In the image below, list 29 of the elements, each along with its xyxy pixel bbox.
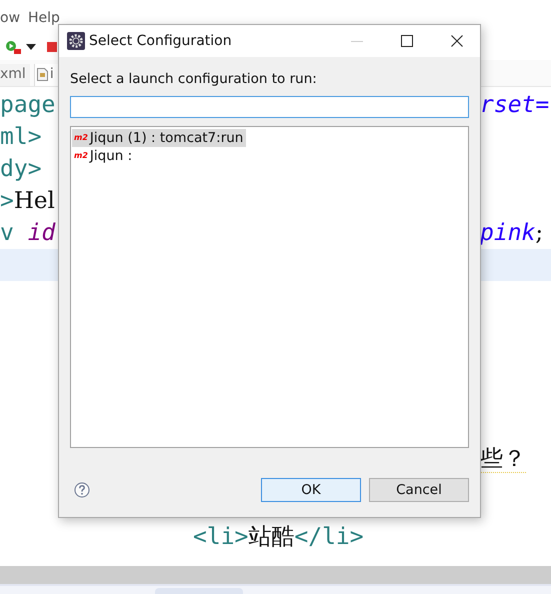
- file-icon: [36, 68, 48, 80]
- stop-icon[interactable]: [46, 41, 58, 53]
- editor-tab[interactable]: i: [34, 64, 58, 86]
- code-text: v id: [0, 219, 56, 248]
- editor-tab[interactable]: xml: [0, 64, 30, 86]
- gear-icon: [67, 32, 85, 50]
- code-text: pink;: [480, 219, 544, 248]
- menu-item[interactable]: ow: [0, 10, 20, 26]
- type-label: m2: [74, 134, 88, 142]
- prompt-label: Select a launch configuration to run:: [70, 71, 318, 87]
- filter-field[interactable]: [70, 96, 469, 118]
- code-text: <li>站酷</li>: [193, 523, 364, 552]
- code-text: >Hel: [0, 187, 55, 216]
- dialog-button[interactable]: Cancel: [369, 478, 469, 502]
- type-label: m2: [74, 152, 88, 160]
- dropdown-caret-icon[interactable]: [26, 44, 36, 50]
- code-text: page: [0, 91, 56, 120]
- minimize-icon: [351, 40, 363, 42]
- menu-item[interactable]: Help: [28, 10, 60, 26]
- run-icon[interactable]: [4, 39, 22, 55]
- help-icon[interactable]: [74, 482, 90, 498]
- close-icon: [451, 35, 463, 47]
- code-text: ml>: [0, 123, 42, 152]
- horizontal-scrollbar[interactable]: [0, 566, 551, 584]
- maximize-icon: [401, 35, 413, 47]
- code-text: rset=: [480, 91, 550, 120]
- code-text: dy>: [0, 155, 42, 184]
- dialog-button[interactable]: OK: [261, 478, 361, 502]
- window-title: Select Configuration: [89, 33, 233, 49]
